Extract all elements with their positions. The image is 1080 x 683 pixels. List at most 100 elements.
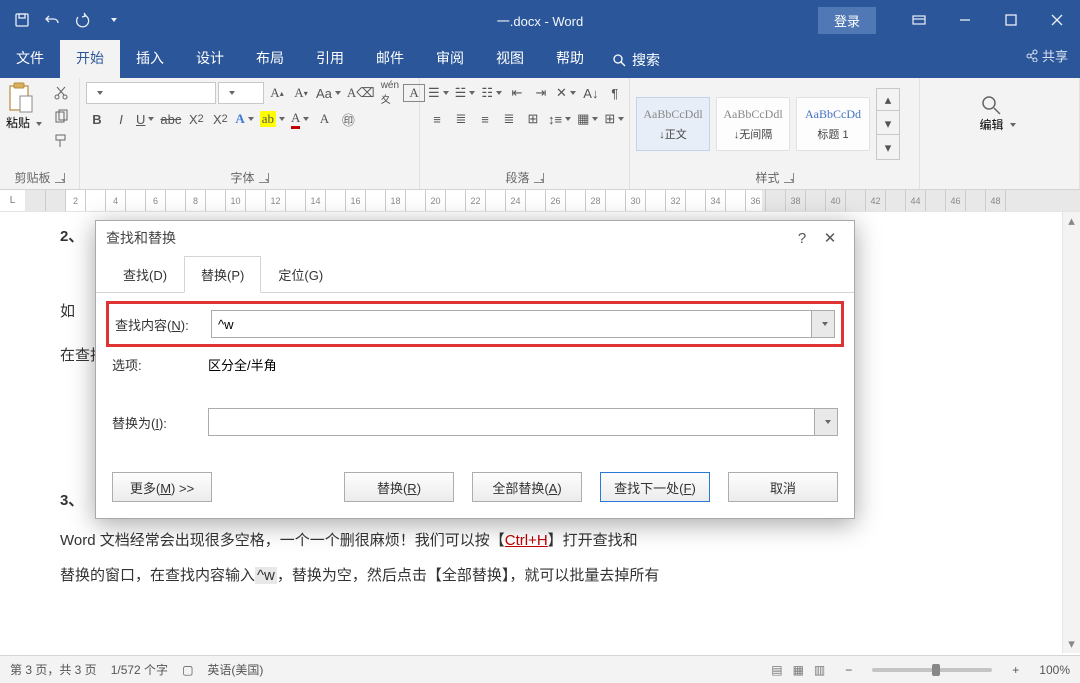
more-button[interactable]: 更多(M) >>: [112, 472, 212, 502]
tab-insert[interactable]: 插入: [120, 40, 180, 78]
replace-with-input[interactable]: [208, 408, 814, 436]
replace-with-dropdown-icon[interactable]: [814, 408, 838, 436]
find-next-button[interactable]: 查找下一处(F): [600, 472, 710, 502]
qat-customize-icon[interactable]: [100, 8, 124, 32]
tab-mail[interactable]: 邮件: [360, 40, 420, 78]
vertical-scrollbar[interactable]: ▴ ▾: [1062, 212, 1080, 653]
zoom-slider[interactable]: [872, 668, 992, 672]
find-what-input[interactable]: [211, 310, 811, 338]
login-button[interactable]: 登录: [818, 7, 876, 34]
dialog-tab-goto[interactable]: 定位(G): [261, 256, 340, 293]
read-mode-icon[interactable]: ▤: [771, 663, 782, 677]
maximize-icon[interactable]: [988, 0, 1034, 40]
numbering-icon[interactable]: ☱: [453, 82, 478, 104]
increase-indent-icon[interactable]: ⇥: [530, 82, 552, 104]
font-launcher-icon[interactable]: [259, 173, 269, 183]
tab-selector[interactable]: L: [0, 190, 26, 211]
zoom-level[interactable]: 100%: [1039, 663, 1070, 677]
justify-icon[interactable]: ≣: [498, 108, 520, 130]
style-heading1[interactable]: AaBbCcDd标题 1: [796, 97, 870, 151]
tab-help[interactable]: 帮助: [540, 40, 600, 78]
style-no-spacing[interactable]: AaBbCcDdl↓无间隔: [716, 97, 790, 151]
format-painter-icon[interactable]: [50, 130, 72, 152]
grow-font-icon[interactable]: A▴: [266, 82, 288, 104]
subscript-icon[interactable]: X2: [185, 108, 207, 130]
change-case-icon[interactable]: Aa: [314, 82, 343, 104]
styles-scroll-up-icon[interactable]: ▴: [877, 89, 899, 111]
scroll-down-icon[interactable]: ▾: [1063, 635, 1080, 653]
font-name-combo[interactable]: [86, 82, 216, 104]
highlight-icon[interactable]: ab: [258, 108, 287, 130]
paragraph-launcher-icon[interactable]: [534, 173, 544, 183]
word-count[interactable]: 1/572 个字: [111, 661, 168, 678]
borders-icon[interactable]: ⊞: [602, 108, 626, 130]
minimize-icon[interactable]: [942, 0, 988, 40]
dialog-close-icon[interactable]: ✕: [816, 229, 844, 247]
enclose-char-icon[interactable]: ㊞: [337, 108, 359, 130]
web-layout-icon[interactable]: ▥: [814, 663, 825, 677]
find-what-dropdown-icon[interactable]: [811, 310, 835, 338]
asian-layout-icon[interactable]: ✕: [554, 82, 578, 104]
tab-design[interactable]: 设计: [180, 40, 240, 78]
font-color-icon[interactable]: A: [289, 108, 311, 130]
tab-review[interactable]: 审阅: [420, 40, 480, 78]
save-icon[interactable]: [10, 8, 34, 32]
show-marks-icon[interactable]: ¶: [604, 82, 626, 104]
tab-home[interactable]: 开始: [60, 40, 120, 78]
multilevel-icon[interactable]: ☷: [479, 82, 504, 104]
text-effects-icon[interactable]: A: [233, 108, 255, 130]
style-normal[interactable]: AaBbCcDdl↓正文: [636, 97, 710, 151]
align-center-icon[interactable]: ≣: [450, 108, 472, 130]
clear-format-icon[interactable]: A⌫: [345, 82, 377, 104]
scroll-up-icon[interactable]: ▴: [1063, 212, 1080, 230]
char-shading-icon[interactable]: A: [313, 108, 335, 130]
page-indicator[interactable]: 第 3 页，共 3 页: [10, 661, 97, 678]
phonetic-guide-icon[interactable]: wén夊: [379, 82, 401, 104]
undo-icon[interactable]: [40, 8, 64, 32]
strikethrough-icon[interactable]: abc: [158, 108, 183, 130]
language-indicator[interactable]: 英语(美国): [207, 661, 263, 678]
dialog-help-icon[interactable]: ?: [788, 230, 816, 247]
ribbon-display-icon[interactable]: [896, 0, 942, 40]
zoom-out-icon[interactable]: −: [839, 663, 858, 677]
spell-check-icon[interactable]: ▢: [182, 663, 193, 677]
editing-button[interactable]: 编辑: [980, 94, 1020, 158]
bullets-icon[interactable]: ☰: [426, 82, 451, 104]
cancel-button[interactable]: 取消: [728, 472, 838, 502]
tab-view[interactable]: 视图: [480, 40, 540, 78]
decrease-indent-icon[interactable]: ⇤: [506, 82, 528, 104]
align-right-icon[interactable]: ≡: [474, 108, 496, 130]
tab-layout[interactable]: 布局: [240, 40, 300, 78]
dialog-tab-find[interactable]: 查找(D): [106, 256, 184, 293]
superscript-icon[interactable]: X2: [209, 108, 231, 130]
font-size-combo[interactable]: [218, 82, 264, 104]
shrink-font-icon[interactable]: A▾: [290, 82, 312, 104]
tab-references[interactable]: 引用: [300, 40, 360, 78]
paste-button[interactable]: 粘贴: [6, 82, 46, 146]
dialog-tab-replace[interactable]: 替换(P): [184, 256, 261, 293]
line-spacing-icon[interactable]: ↕≡: [546, 108, 573, 130]
styles-launcher-icon[interactable]: [784, 173, 794, 183]
bold-icon[interactable]: B: [86, 108, 108, 130]
styles-scroll-down-icon[interactable]: ▾: [877, 113, 899, 135]
search-label: 搜索: [632, 50, 660, 70]
zoom-in-icon[interactable]: +: [1006, 663, 1025, 677]
cut-icon[interactable]: [50, 82, 72, 104]
tell-me-search[interactable]: 搜索: [600, 42, 672, 78]
align-left-icon[interactable]: ≡: [426, 108, 448, 130]
print-layout-icon[interactable]: ▦: [793, 663, 804, 677]
replace-all-button[interactable]: 全部替换(A): [472, 472, 582, 502]
share-button[interactable]: 共享: [1025, 46, 1068, 65]
close-icon[interactable]: [1034, 0, 1080, 40]
styles-expand-icon[interactable]: ▾: [877, 137, 899, 159]
redo-icon[interactable]: [70, 8, 94, 32]
italic-icon[interactable]: I: [110, 108, 132, 130]
shading-icon[interactable]: ▦: [575, 108, 600, 130]
tab-file[interactable]: 文件: [0, 40, 60, 78]
clipboard-launcher-icon[interactable]: [55, 173, 65, 183]
distribute-icon[interactable]: ⊞: [522, 108, 544, 130]
sort-icon[interactable]: A↓: [580, 82, 602, 104]
copy-icon[interactable]: [50, 106, 72, 128]
underline-icon[interactable]: U: [134, 108, 156, 130]
replace-button[interactable]: 替换(R): [344, 472, 454, 502]
